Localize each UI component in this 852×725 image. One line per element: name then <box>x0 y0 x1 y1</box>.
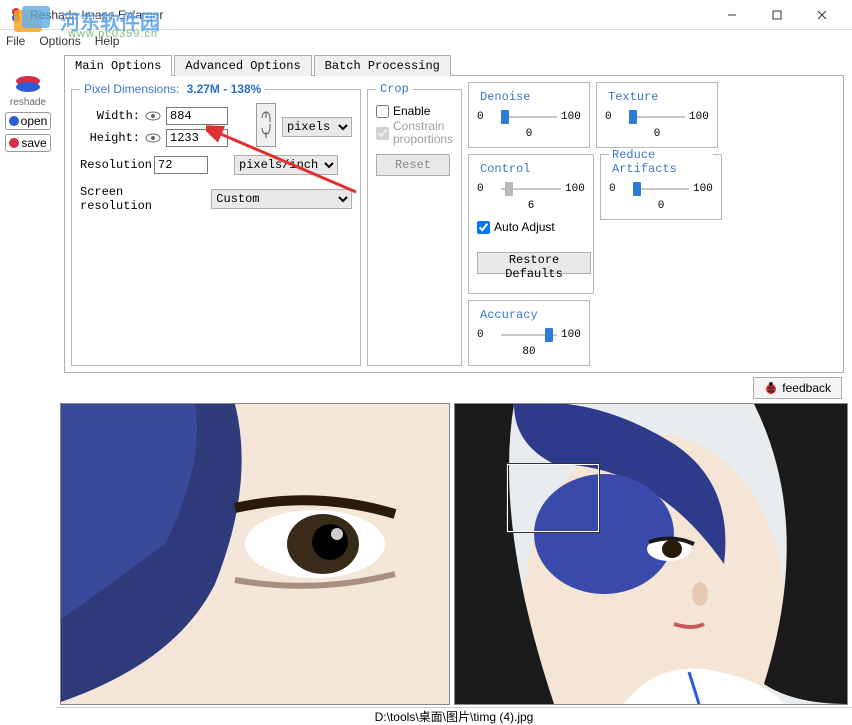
feedback-label: feedback <box>782 381 831 395</box>
menubar: File Options Help <box>0 30 852 52</box>
denoise-slider[interactable] <box>501 108 557 126</box>
auto-adjust-label: Auto Adjust <box>494 220 555 234</box>
pixel-dimensions-group: Pixel Dimensions: 3.27M - 138% Width: He… <box>71 82 361 366</box>
close-button[interactable] <box>799 1 844 29</box>
tab-main-options[interactable]: Main Options <box>64 55 172 76</box>
save-icon <box>9 138 19 148</box>
minimize-button[interactable] <box>709 1 754 29</box>
menu-options[interactable]: Options <box>39 34 80 48</box>
pixel-dimensions-legend: Pixel Dimensions: 3.27M - 138% <box>80 82 265 97</box>
selection-rectangle[interactable] <box>507 464 599 532</box>
denoise-label: Denoise <box>477 90 533 104</box>
statusbar: D:\tools\桌面\图片\timg (4).jpg <box>56 707 852 725</box>
brand-logo: reshade <box>6 74 50 108</box>
accuracy-value: 80 <box>477 346 581 358</box>
screen-resolution-label: Screen resolution <box>80 185 201 213</box>
crop-legend: Crop <box>376 82 413 96</box>
reduce-artifacts-slider[interactable] <box>633 180 689 198</box>
constrain-label: Constrain proportions <box>393 120 453 146</box>
app-icon <box>8 7 24 23</box>
restore-defaults-button[interactable]: Restore Defaults <box>477 252 591 274</box>
control-label: Control <box>477 162 533 176</box>
unit-select[interactable]: pixels <box>282 117 352 137</box>
accuracy-slider[interactable] <box>501 326 557 344</box>
sidebar: reshade open save <box>0 52 56 587</box>
accuracy-group: Accuracy 0 100 80 <box>468 300 590 366</box>
reduce-artifacts-label: Reduce Artifacts <box>609 148 713 176</box>
menu-file[interactable]: File <box>6 34 25 48</box>
denoise-value: 0 <box>477 128 581 140</box>
resolution-unit-select[interactable]: pixels/inch <box>234 155 338 175</box>
window-title: Reshade Image Enlarger <box>30 8 709 22</box>
titlebar: Reshade Image Enlarger <box>0 0 852 30</box>
control-value: 6 <box>477 200 585 212</box>
save-label: save <box>21 136 46 150</box>
link-dimensions-toggle[interactable] <box>256 103 276 147</box>
texture-group: Texture 0 100 0 <box>596 82 718 148</box>
denoise-group: Denoise 0 100 0 <box>468 82 590 148</box>
width-input[interactable] <box>166 107 228 125</box>
menu-help[interactable]: Help <box>95 34 120 48</box>
constrain-checkbox <box>376 127 389 140</box>
feedback-button[interactable]: feedback <box>753 377 842 399</box>
zoom-preview-pane[interactable] <box>60 403 450 705</box>
tab-batch-processing[interactable]: Batch Processing <box>314 55 451 76</box>
resolution-input[interactable] <box>154 156 208 174</box>
brand-text: reshade <box>6 97 50 108</box>
open-button[interactable]: open <box>5 112 51 130</box>
reset-button[interactable]: Reset <box>376 154 450 176</box>
crop-enable-label: Enable <box>393 104 430 118</box>
sliders-area: Denoise 0 100 0 Texture 0 100 0 Control … <box>468 82 837 366</box>
tabs: Main Options Advanced Options Batch Proc… <box>64 54 844 75</box>
height-input[interactable] <box>166 129 228 147</box>
auto-adjust-checkbox[interactable] <box>477 221 490 234</box>
height-label: Height: <box>80 131 140 145</box>
crop-enable-checkbox[interactable] <box>376 105 389 118</box>
open-icon <box>9 116 19 126</box>
tab-advanced-options[interactable]: Advanced Options <box>174 55 311 76</box>
open-label: open <box>21 114 48 128</box>
width-label: Width: <box>80 109 140 123</box>
ladybug-icon <box>764 381 778 395</box>
crop-group: Crop Enable Constrain proportions Reset <box>367 82 462 366</box>
preview-area <box>60 403 848 705</box>
eye-icon <box>144 132 162 144</box>
maximize-button[interactable] <box>754 1 799 29</box>
accuracy-label: Accuracy <box>477 308 541 322</box>
texture-value: 0 <box>605 128 709 140</box>
reduce-artifacts-group: Reduce Artifacts 0 100 0 <box>600 154 722 220</box>
save-button[interactable]: save <box>5 134 51 152</box>
screen-resolution-select[interactable]: Custom <box>211 189 352 209</box>
options-panel: Pixel Dimensions: 3.27M - 138% Width: He… <box>64 75 844 373</box>
texture-label: Texture <box>605 90 661 104</box>
reduce-artifacts-value: 0 <box>609 200 713 212</box>
texture-slider[interactable] <box>629 108 685 126</box>
control-group: Control 0 100 6 Auto Adjust Restore Defa… <box>468 154 594 294</box>
source-preview-pane[interactable] <box>454 403 848 705</box>
eye-icon <box>144 110 162 122</box>
file-path: D:\tools\桌面\图片\timg (4).jpg <box>375 708 534 725</box>
control-slider[interactable] <box>501 180 561 198</box>
resolution-label: Resolution <box>80 158 150 172</box>
